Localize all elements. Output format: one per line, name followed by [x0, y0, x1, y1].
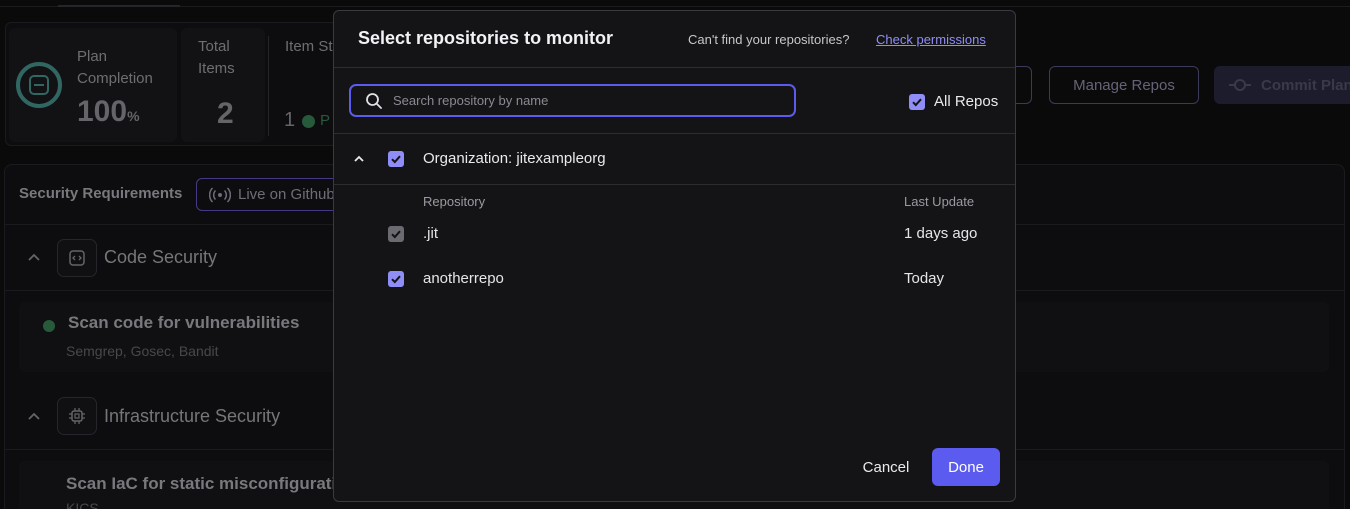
all-repos-label: All Repos: [934, 93, 999, 110]
checkmark-icon: [391, 230, 401, 239]
repo-last-update: Today: [904, 270, 945, 287]
modal-header: Select repositories to monitor Can't fin…: [334, 11, 1015, 68]
all-repos-toggle[interactable]: All Repos: [909, 93, 998, 110]
repo-name: anotherrepo: [423, 270, 504, 287]
chevron-up-icon[interactable]: [352, 152, 366, 166]
modal-toolbar: All Repos: [334, 69, 1015, 134]
organization-checkbox[interactable]: [388, 151, 404, 167]
select-repositories-modal: Select repositories to monitor Can't fin…: [333, 10, 1016, 502]
search-box[interactable]: [349, 84, 796, 117]
repo-row[interactable]: .jit 1 days ago: [334, 214, 1015, 254]
search-icon: [365, 92, 383, 110]
modal-title: Select repositories to monitor: [358, 28, 614, 48]
search-input[interactable]: [393, 88, 773, 113]
checkmark-icon: [912, 98, 922, 106]
organization-row[interactable]: Organization: jitexampleorg: [334, 135, 1015, 185]
column-header-repository: Repository: [423, 194, 486, 209]
repo-checkbox[interactable]: [388, 271, 404, 287]
repo-name: .jit: [423, 225, 438, 242]
column-header-last-update: Last Update: [904, 194, 975, 209]
check-permissions-link[interactable]: Check permissions: [876, 32, 986, 47]
cancel-button[interactable]: Cancel: [850, 448, 922, 486]
repo-last-update: 1 days ago: [904, 225, 978, 242]
repo-checkbox-disabled: [388, 226, 404, 242]
checkmark-icon: [391, 155, 401, 164]
organization-name: Organization: jitexampleorg: [423, 150, 606, 167]
all-repos-checkbox[interactable]: [909, 93, 925, 110]
permissions-help-text: Can't find your repositories?: [688, 32, 850, 47]
done-button[interactable]: Done: [932, 448, 1000, 486]
repo-row[interactable]: anotherrepo Today: [334, 259, 1015, 299]
checkmark-icon: [391, 275, 401, 284]
